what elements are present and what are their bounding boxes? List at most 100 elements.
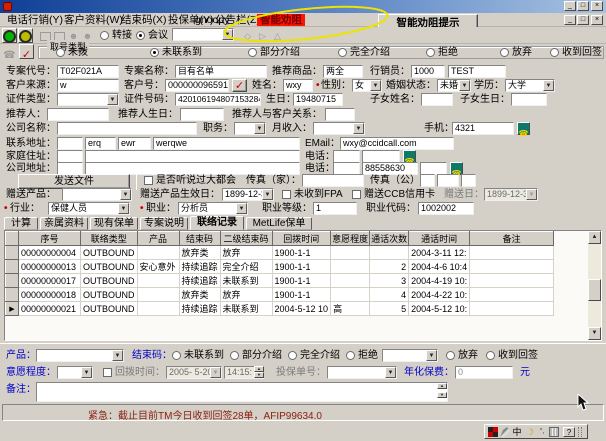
customer-no-confirm-button[interactable] — [232, 79, 247, 92]
menu-item-smart-dissuade[interactable]: 智能劝阻 — [257, 14, 305, 26]
ime-help-button[interactable]: ? — [563, 427, 575, 437]
grid-cell[interactable]: 00000000021 — [19, 302, 81, 316]
mdi-close-button[interactable]: × — [591, 15, 603, 25]
grid-cell[interactable]: 2 — [370, 260, 409, 274]
grid-cell[interactable]: 高 — [331, 302, 370, 316]
refuse-reason-combobox[interactable] — [382, 349, 438, 362]
tab-metlife-policies[interactable]: MetLife保单 — [246, 217, 312, 230]
occupation-code-input[interactable]: 1002002 — [418, 202, 474, 215]
project-name-input[interactable]: 目有名单 — [175, 65, 267, 78]
fax-office-input-3[interactable] — [461, 174, 476, 187]
window-close-button[interactable]: × — [591, 1, 603, 11]
end-code-radio-abandon[interactable] — [446, 351, 455, 360]
grid-cell[interactable]: OUTBOUND — [81, 260, 138, 274]
dropdown-icon[interactable] — [120, 189, 131, 200]
grid-cell[interactable]: 持续追踪 — [179, 274, 220, 288]
dropdown-icon[interactable] — [210, 367, 221, 378]
dropdown-icon[interactable] — [118, 203, 129, 214]
dial-type-radio-notdialed[interactable] — [56, 48, 65, 57]
id-no-input[interactable]: 420106194807153284 — [175, 93, 261, 106]
agent-name-input[interactable]: TEST — [448, 65, 506, 78]
ime-toolbar[interactable]: 中 ☽ °, ? — [484, 424, 588, 439]
project-code-input[interactable]: T02F021A — [57, 65, 119, 78]
occupation-combobox[interactable]: 分析员 — [178, 202, 248, 215]
industry-combobox[interactable]: 保健人员 — [48, 202, 130, 215]
dial-type-radio-full[interactable] — [338, 48, 347, 57]
call-answer-button[interactable] — [2, 28, 17, 43]
grid-cell[interactable]: 00000000004 — [19, 246, 81, 260]
tab-contact-records[interactable]: 联络记录 — [190, 216, 244, 230]
child-name-input[interactable] — [421, 93, 453, 106]
child-birthday-input[interactable] — [511, 93, 547, 106]
referrer-input[interactable] — [47, 108, 109, 121]
referrer-relation-input[interactable] — [325, 108, 355, 121]
grid-cell[interactable]: 1900-1-1 — [272, 274, 331, 288]
grid-cell[interactable]: 5 — [370, 302, 409, 316]
grid-cell[interactable]: 2004-5-12 10 — [272, 302, 331, 316]
ime-chinese-mode-icon[interactable]: 中 — [512, 427, 522, 437]
dropdown-icon[interactable] — [107, 94, 118, 105]
grid-cell[interactable] — [137, 288, 179, 302]
window-titlebar[interactable]: _ □ × — [0, 0, 606, 13]
grid-cell[interactable] — [370, 246, 409, 260]
email-input[interactable]: wxy@ccidcall.com — [340, 137, 454, 150]
grid-cell[interactable]: 放弃类 — [179, 246, 220, 260]
grid-cell[interactable] — [470, 302, 554, 316]
home-tool-button[interactable]: △ — [270, 28, 285, 43]
referrer-birthday-input[interactable] — [180, 108, 224, 121]
time-spinner[interactable]: ▲ ▼ — [254, 366, 264, 379]
policy-no-combobox[interactable] — [327, 366, 397, 379]
tab-relatives[interactable]: 亲属资料 — [40, 217, 88, 230]
spin-down-icon[interactable]: ▼ — [254, 372, 264, 378]
menu-item-telemarketing[interactable]: 电话行销(Y) — [7, 14, 63, 26]
grid-cell[interactable]: 00000000013 — [19, 260, 81, 274]
menu-item-customer-data[interactable]: 客户资料(W) — [64, 14, 123, 26]
grid-cell[interactable]: 持续追踪 — [179, 260, 220, 274]
fpa-not-received-checkbox[interactable] — [282, 190, 291, 199]
grid-column-header[interactable]: 结束码 — [179, 232, 220, 246]
grid-cell[interactable] — [331, 260, 370, 274]
grid-cell[interactable] — [137, 246, 179, 260]
education-combobox[interactable]: 大学 — [505, 79, 555, 92]
dropdown-icon[interactable] — [459, 80, 470, 91]
ime-fullwidth-icon[interactable]: ☽ — [525, 427, 535, 437]
grid-cell[interactable] — [331, 288, 370, 302]
birthday-input[interactable]: 19480715 — [293, 93, 343, 106]
grid-column-header[interactable]: 通话次数 — [370, 232, 409, 246]
grid-column-header[interactable]: 序号 — [19, 232, 81, 246]
grid-cell[interactable]: 2004-4-22 10: — [409, 288, 470, 302]
row-selector-cell[interactable] — [6, 274, 19, 288]
window-maximize-button[interactable]: □ — [577, 1, 589, 11]
grid-row[interactable]: 00000000004OUTBOUND放弃类放弃1900-1-12004-3-1… — [6, 246, 554, 260]
next-record-button[interactable]: ▷ — [255, 28, 270, 43]
grid-cell[interactable] — [331, 246, 370, 260]
gender-combobox[interactable]: 女 — [352, 79, 382, 92]
end-code-radio-refused[interactable] — [346, 351, 355, 360]
gift-product-combobox[interactable] — [62, 188, 132, 201]
grid-cell[interactable]: 放弃 — [220, 288, 272, 302]
contact-address-input-4[interactable]: werqwe — [153, 137, 300, 150]
grid-row[interactable]: 00000000018OUTBOUND放弃类放弃1900-1-142004-4-… — [6, 288, 554, 302]
grid-cell[interactable]: OUTBOUND — [81, 274, 138, 288]
mobile-dial-button[interactable] — [517, 122, 530, 135]
menu-item-gnoopy[interactable]: gnoopy — [195, 14, 229, 26]
grid-cell[interactable] — [470, 246, 554, 260]
dropdown-icon[interactable] — [112, 350, 123, 361]
row-selector-cell[interactable] — [6, 260, 19, 274]
ime-softkeyboard-icon[interactable] — [549, 427, 559, 437]
grid-vertical-scrollbar[interactable] — [588, 231, 601, 340]
dial-type-radio-notreached[interactable] — [150, 48, 159, 57]
scrollbar-down-button[interactable] — [588, 327, 601, 340]
gift-date-combobox[interactable]: 1899-12-30 — [484, 188, 538, 201]
grid-cell[interactable]: OUTBOUND — [81, 302, 138, 316]
monthly-income-combobox[interactable] — [313, 122, 365, 135]
name-input[interactable]: wxy — [283, 79, 313, 92]
conference-radio[interactable] — [136, 31, 145, 40]
dropdown-icon[interactable] — [236, 203, 247, 214]
end-code-radio-notreached[interactable] — [172, 351, 181, 360]
customer-source-input[interactable]: w — [57, 79, 119, 92]
marital-combobox[interactable]: 未婚 — [437, 79, 471, 92]
dial-type-radio-partial[interactable] — [248, 48, 257, 57]
company-name-input[interactable] — [57, 122, 197, 135]
grid-cell[interactable]: OUTBOUND — [81, 246, 138, 260]
